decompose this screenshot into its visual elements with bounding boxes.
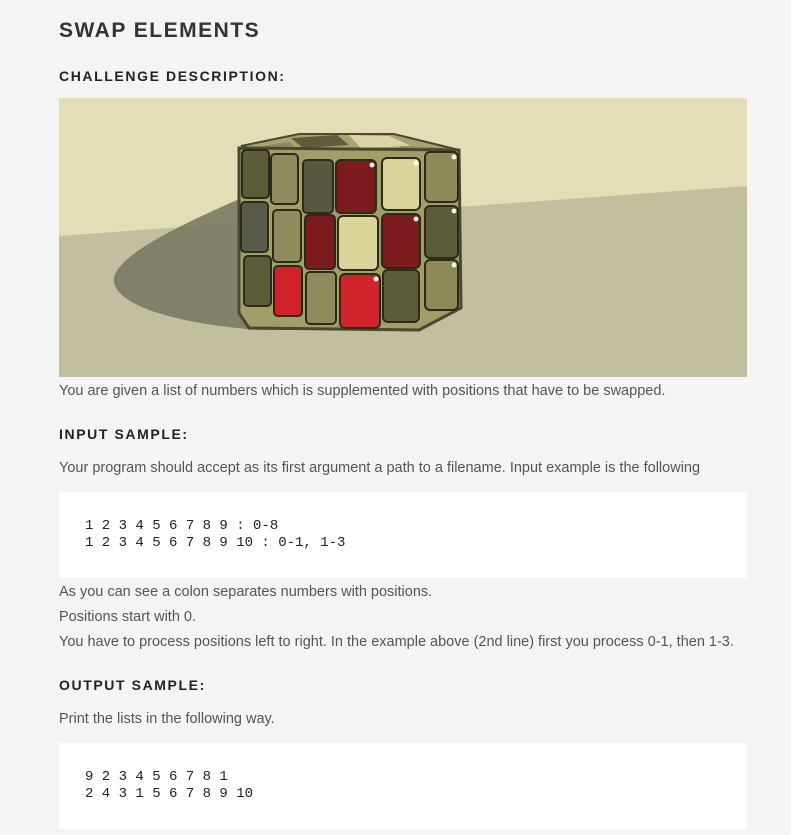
output-code: 9 2 3 4 5 6 7 8 1 2 4 3 1 5 6 7 8 9 10 — [85, 769, 254, 802]
output-intro-text: Print the lists in the following way. — [59, 711, 275, 727]
note-process-order: You have to process positions left to ri… — [59, 634, 734, 650]
page: SWAP ELEMENTS CHALLENGE DESCRIPTION: You… — [0, 0, 791, 835]
output-code-block: 9 2 3 4 5 6 7 8 1 2 4 3 1 5 6 7 8 9 10 — [59, 743, 747, 829]
input-code-block: 1 2 3 4 5 6 7 8 9 : 0-8 1 2 3 4 5 6 7 8 … — [59, 492, 747, 578]
input-code: 1 2 3 4 5 6 7 8 9 : 0-8 1 2 3 4 5 6 7 8 … — [85, 518, 346, 551]
description-text: You are given a list of numbers which is… — [59, 383, 666, 399]
input-intro-text: Your program should accept as its first … — [59, 460, 701, 476]
output-heading: OUTPUT SAMPLE: — [59, 677, 206, 693]
note-colon: As you can see a colon separates numbers… — [59, 584, 433, 600]
rubiks-cube-image — [59, 98, 747, 377]
note-positions-start: Positions start with 0. — [59, 609, 196, 625]
challenge-heading: CHALLENGE DESCRIPTION: — [59, 68, 286, 84]
input-heading: INPUT SAMPLE: — [59, 426, 189, 442]
page-title: SWAP ELEMENTS — [59, 19, 261, 42]
